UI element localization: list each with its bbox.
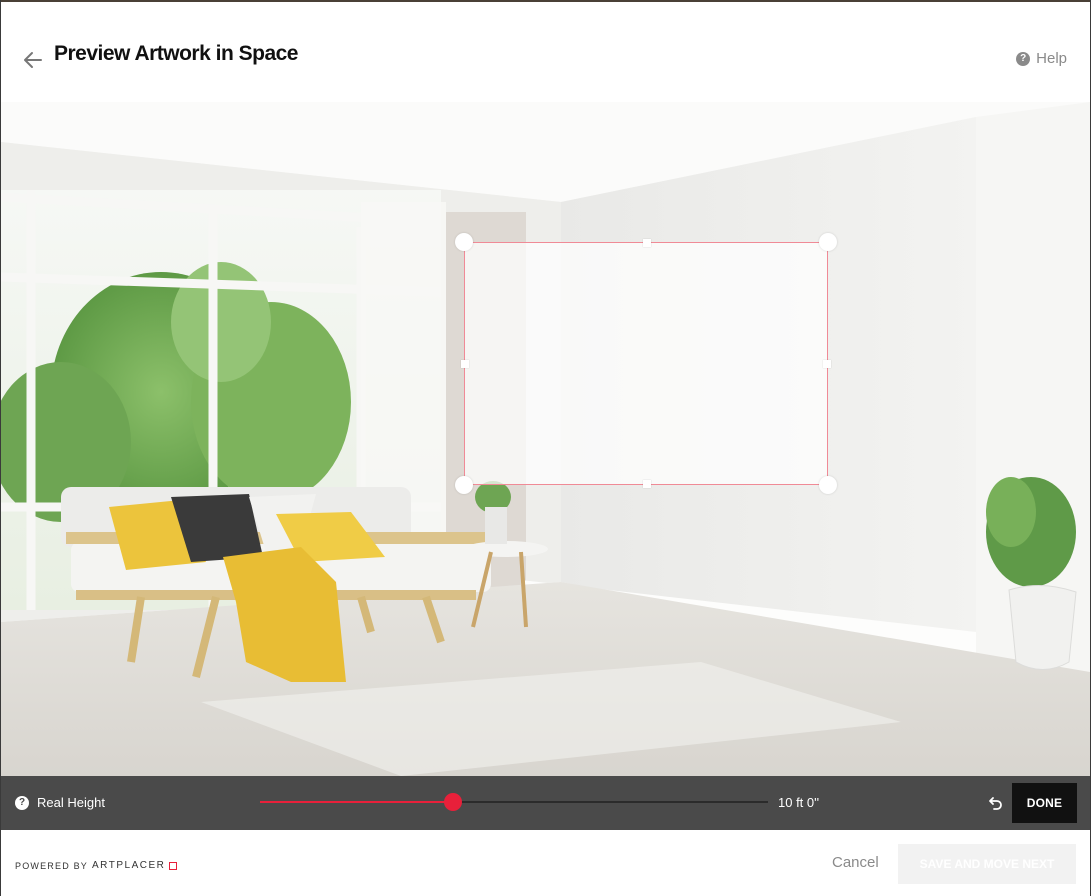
undo-icon — [989, 797, 1002, 810]
page-title: Preview Artwork in Space — [54, 42, 299, 65]
height-slider[interactable] — [260, 793, 768, 811]
room-scene — [1, 102, 1090, 776]
resize-handle-left[interactable] — [461, 360, 469, 368]
help-link[interactable]: ? Help — [1016, 50, 1067, 67]
height-slider-thumb[interactable] — [444, 793, 463, 811]
brand-name: ARTPLACER — [92, 860, 166, 871]
resize-handle-top-right[interactable] — [819, 233, 837, 251]
square-outline-icon — [169, 861, 178, 870]
header: Preview Artwork in Space ? Help — [0, 2, 1091, 102]
resize-handle-top[interactable] — [643, 239, 651, 247]
help-label: Help — [1036, 50, 1067, 67]
save-and-move-next-button[interactable]: SAVE AND MOVE NEXT — [898, 844, 1076, 884]
resize-handle-bottom-left[interactable] — [455, 476, 473, 494]
artwork-placement-box[interactable] — [455, 233, 837, 494]
window-border-left — [0, 0, 1, 896]
height-control-bar: ? Real Height 10 ft 0'' DONE — [1, 776, 1090, 830]
done-button[interactable]: DONE — [1012, 783, 1077, 823]
back-button[interactable] — [20, 47, 46, 73]
real-height-info[interactable]: ? Real Height — [15, 795, 105, 810]
cancel-button[interactable]: Cancel — [832, 854, 879, 871]
arrow-left-icon — [24, 52, 42, 68]
question-circle-icon: ? — [1016, 51, 1031, 66]
height-value: 10 ft 0'' — [778, 795, 820, 810]
real-height-label: Real Height — [37, 795, 105, 810]
powered-by-label: POWERED BY — [15, 860, 89, 871]
footer: POWERED BY ARTPLACER Cancel SAVE AND MOV… — [0, 830, 1091, 896]
resize-handle-right[interactable] — [823, 360, 831, 368]
resize-handle-bottom-right[interactable] — [819, 476, 837, 494]
resize-handle-top-left[interactable] — [455, 233, 473, 251]
resize-handle-bottom[interactable] — [643, 480, 651, 488]
height-slider-fill — [260, 801, 454, 803]
undo-button[interactable] — [986, 794, 1004, 812]
question-circle-icon: ? — [15, 795, 29, 810]
powered-by: POWERED BY ARTPLACER — [15, 860, 178, 871]
